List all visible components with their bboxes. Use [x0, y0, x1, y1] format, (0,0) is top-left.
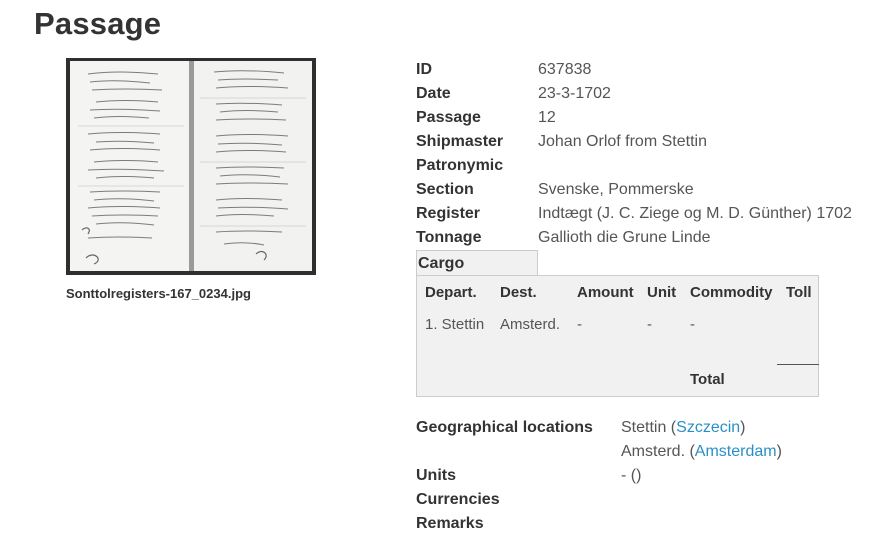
- currencies-label: Currencies: [416, 491, 500, 508]
- cargo-header-toll: Toll: [786, 284, 812, 301]
- detail-label: Shipmaster: [416, 133, 504, 150]
- image-filename: Sonttolregisters-167_0234.jpg: [66, 286, 251, 301]
- cargo-cell-commodity: -: [690, 316, 695, 333]
- cargo-tab[interactable]: Cargo: [416, 250, 538, 276]
- detail-label: Patronymic: [416, 157, 504, 174]
- detail-label: Date: [416, 85, 451, 102]
- detail-label: Passage: [416, 109, 481, 126]
- cargo-total-label: Total: [690, 371, 725, 388]
- location-name: Amsterd.: [621, 443, 686, 460]
- detail-label: Register: [416, 205, 481, 222]
- detail-value: 12: [538, 109, 556, 126]
- register-scan-image[interactable]: [66, 58, 316, 275]
- detail-value: Svenske, Pommerske: [538, 181, 694, 198]
- detail-label: Tonnage: [416, 229, 482, 246]
- cargo-table: Depart. Dest. Amount Unit Commodity Toll…: [416, 275, 819, 397]
- cargo-cell-unit: -: [647, 316, 652, 333]
- geo-location-2: Amsterd. (Amsterdam): [621, 443, 782, 460]
- cargo-cell-depart: 1. Stettin: [425, 316, 485, 333]
- location-link-amsterdam[interactable]: Amsterdam: [695, 443, 777, 460]
- detail-label: ID: [416, 61, 432, 78]
- geo-location-1: Stettin (Szczecin): [621, 419, 746, 436]
- location-name: Stettin: [621, 419, 667, 436]
- detail-label: Section: [416, 181, 474, 198]
- location-link-szczecin[interactable]: Szczecin: [676, 419, 740, 436]
- cargo-header-depart: Depart.: [425, 284, 477, 301]
- total-divider: [777, 364, 819, 365]
- cargo-header-unit: Unit: [647, 284, 677, 301]
- detail-value: Indtægt (J. C. Ziege og M. D. Günther) 1…: [538, 205, 852, 222]
- page-title: Passage: [34, 6, 162, 41]
- remarks-label: Remarks: [416, 515, 484, 532]
- cargo-cell-dest: Amsterd.: [500, 316, 561, 333]
- units-value: - (): [621, 467, 642, 484]
- cargo-header-commodity: Commodity: [690, 284, 773, 301]
- cargo-cell-amount: -: [577, 316, 582, 333]
- detail-value: Johan Orlof from Stettin: [538, 133, 707, 150]
- detail-value: 23-3-1702: [538, 85, 611, 102]
- geo-label: Geographical locations: [416, 419, 593, 436]
- units-label: Units: [416, 467, 456, 484]
- cargo-header-dest: Dest.: [500, 284, 537, 301]
- detail-value: Gallioth die Grune Linde: [538, 229, 711, 246]
- detail-value: 637838: [538, 61, 592, 78]
- cargo-header-amount: Amount: [577, 284, 634, 301]
